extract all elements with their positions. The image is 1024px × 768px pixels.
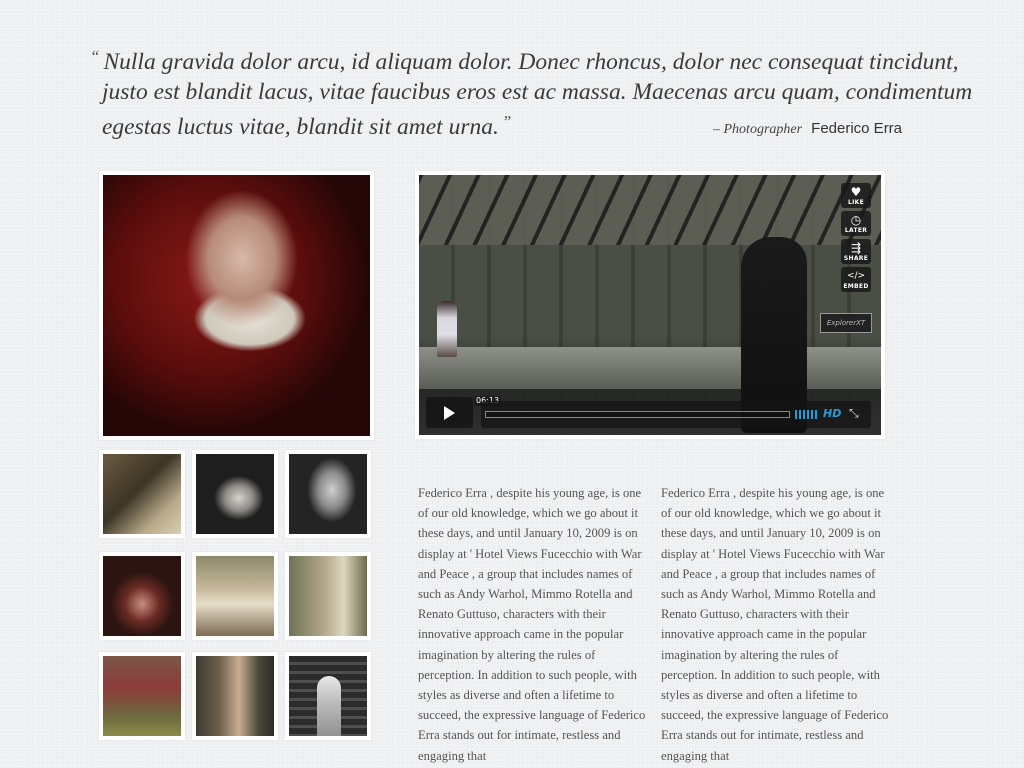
attribution-role: – Photographer [713,122,803,137]
article-column-1: Federico Erra , despite his young age, i… [418,486,646,763]
article-column-2: Federico Erra , despite his young age, i… [661,486,889,763]
thumbnail-image [289,656,367,736]
share-icon: ⇶ [850,241,862,255]
camera-brand-badge: ExplorerXT [820,313,872,333]
open-quote-mark: “ [90,47,100,66]
attribution-name: Federico Erra [811,120,903,137]
thumbnail-image [289,454,367,534]
play-icon [444,406,455,420]
video-scene-platform [419,347,881,389]
gallery-thumbnail[interactable] [99,652,185,740]
thumbnail-image [103,454,181,534]
clock-icon: ◷ [850,213,862,227]
featured-portrait[interactable] [99,171,374,440]
video-progress-bar[interactable] [485,411,790,418]
thumbnail-image [103,556,181,636]
heart-icon: ♥ [850,185,862,199]
video-scene-model [437,301,457,357]
gallery-thumbnail[interactable] [99,450,185,538]
gallery-thumbnail[interactable] [192,552,278,640]
thumbnail-image [196,556,274,636]
watch-later-button[interactable]: ◷ LATER [841,211,871,236]
gallery-thumbnail[interactable] [99,552,185,640]
thumbnail-image [289,556,367,636]
gallery-thumbnail[interactable] [285,450,371,538]
close-quote-mark: ” [501,112,512,131]
embed-button[interactable]: </> EMBED [841,267,871,292]
play-button[interactable] [426,397,473,428]
thumbnail-image [103,656,181,736]
thumbnail-image [196,656,274,736]
like-button[interactable]: ♥ LIKE [841,183,871,208]
gallery-thumbnail[interactable] [285,552,371,640]
fullscreen-icon[interactable]: ⤡ [849,406,859,421]
video-player[interactable]: ExplorerXT ♥ LIKE ◷ LATER ⇶ SHARE </> EM… [415,171,885,439]
hd-toggle[interactable]: HD [823,407,841,420]
volume-icon[interactable] [795,410,817,419]
quote-line: justo est blandit lacus, vitae faucibus … [102,79,973,105]
quote-attribution: – Photographer Federico Erra [713,118,902,138]
gallery-thumbnail[interactable] [285,652,371,740]
quote-line: “Nulla gravida dolor arcu, id aliquam do… [90,47,959,75]
video-scene-roof [419,175,881,245]
portrait-image [103,175,370,436]
video-control-bar: HD ⤡ [481,401,871,428]
thumbnail-image [196,454,274,534]
gallery-thumbnail[interactable] [192,652,278,740]
code-icon: </> [846,271,866,281]
share-button[interactable]: ⇶ SHARE [841,239,871,264]
gallery-thumbnail[interactable] [192,450,278,538]
video-frame[interactable]: ExplorerXT ♥ LIKE ◷ LATER ⇶ SHARE </> EM… [419,175,881,435]
